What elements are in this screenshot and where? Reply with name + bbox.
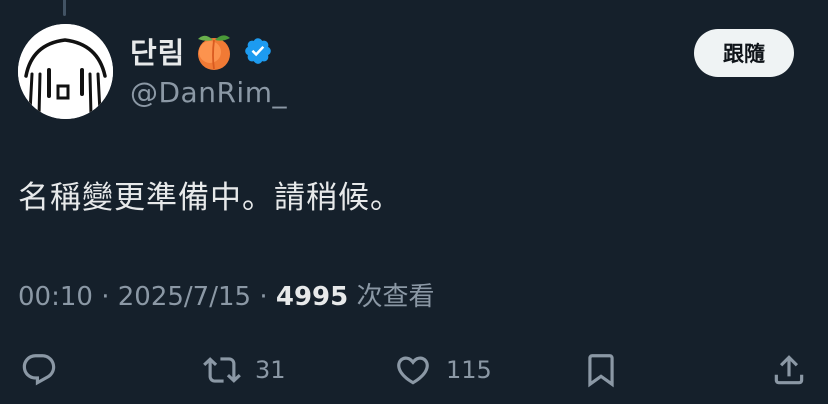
tweet-actions-bar: 31 115 bbox=[0, 340, 828, 400]
avatar-drawing bbox=[18, 24, 113, 119]
peach-emoji-icon bbox=[198, 35, 231, 70]
tweet-date[interactable]: 2025/7/15 bbox=[118, 282, 251, 312]
verified-badge-icon[interactable] bbox=[243, 36, 273, 66]
tweet-text: 名稱變更準備中。請稍候。 bbox=[18, 180, 402, 216]
retweet-button[interactable]: 31 bbox=[203, 348, 286, 392]
avatar[interactable] bbox=[18, 24, 113, 119]
retweet-icon bbox=[203, 357, 241, 383]
follow-button[interactable]: 跟隨 bbox=[694, 29, 794, 77]
author-name-row[interactable]: 단림 bbox=[130, 30, 273, 72]
reply-button[interactable] bbox=[20, 348, 58, 392]
views-label: 次查看 bbox=[356, 282, 435, 312]
author-handle[interactable]: @DanRim_ bbox=[130, 76, 287, 109]
share-button[interactable] bbox=[770, 348, 808, 392]
thread-connector-line bbox=[63, 0, 66, 16]
heart-icon bbox=[397, 356, 429, 385]
tweet-time[interactable]: 00:10 bbox=[18, 282, 93, 312]
like-count: 115 bbox=[446, 356, 492, 384]
like-button[interactable]: 115 bbox=[394, 348, 492, 392]
author-display-name[interactable]: 단림 bbox=[130, 30, 185, 72]
tweet-meta: 00:10 · 2025/7/15 · 4995 次查看 bbox=[18, 276, 435, 313]
views-count: 4995 bbox=[275, 282, 349, 312]
reply-icon bbox=[22, 354, 56, 386]
share-icon bbox=[774, 355, 804, 385]
retweet-count: 31 bbox=[255, 356, 286, 384]
meta-separator: · bbox=[101, 282, 110, 312]
bookmark-icon bbox=[588, 354, 614, 388]
meta-separator: · bbox=[259, 282, 268, 312]
bookmark-button[interactable] bbox=[582, 348, 620, 392]
